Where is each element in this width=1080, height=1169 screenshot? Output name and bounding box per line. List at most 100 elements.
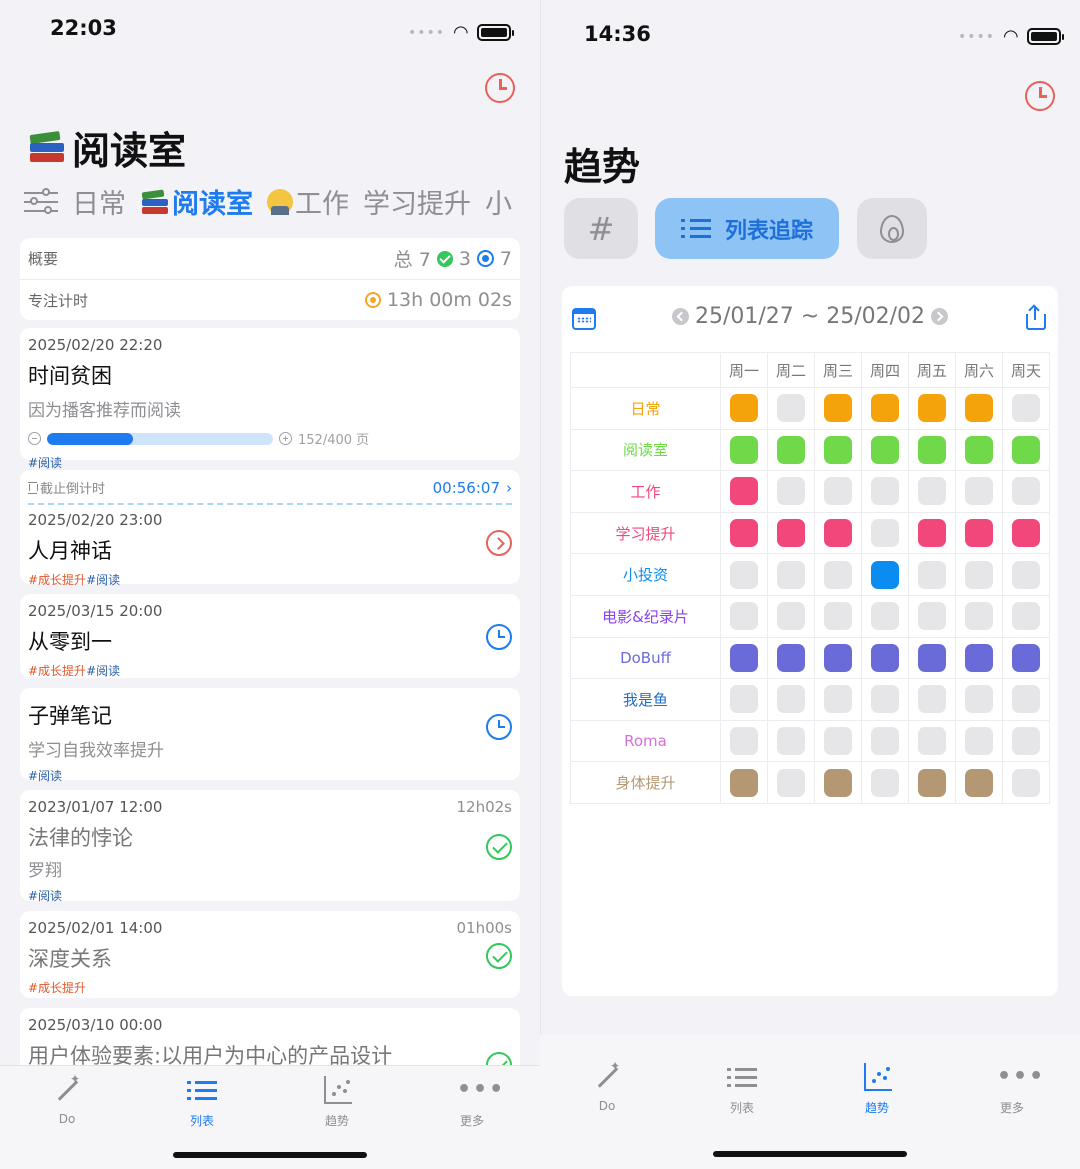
habit-empty-mark[interactable] — [918, 602, 946, 631]
habit-empty-mark[interactable] — [965, 602, 993, 631]
habit-done-mark[interactable] — [918, 394, 946, 423]
habit-done-mark[interactable] — [824, 435, 852, 464]
tab-trend[interactable]: 趋势 — [297, 1076, 377, 1129]
habit-empty-mark[interactable] — [1012, 394, 1040, 423]
habit-done-mark[interactable] — [730, 643, 758, 672]
habit-done-mark[interactable] — [824, 768, 852, 797]
timer-clock-icon[interactable] — [485, 73, 515, 103]
habit-done-mark[interactable] — [824, 394, 852, 423]
habit-done-mark[interactable] — [918, 435, 946, 464]
plus-icon[interactable] — [279, 432, 292, 445]
tab-list[interactable]: 列表 — [162, 1076, 242, 1129]
habit-empty-mark[interactable] — [965, 727, 993, 756]
habit-empty-mark[interactable] — [1012, 727, 1040, 756]
habit-done-mark[interactable] — [777, 435, 805, 464]
habit-empty-mark[interactable] — [1012, 602, 1040, 631]
habit-empty-mark[interactable] — [871, 727, 899, 756]
habit-empty-mark[interactable] — [1012, 768, 1040, 797]
habit-empty-mark[interactable] — [824, 685, 852, 714]
share-icon[interactable] — [1026, 304, 1046, 330]
habit-empty-mark[interactable] — [918, 477, 946, 506]
habit-done-mark[interactable] — [965, 519, 993, 548]
tab-do[interactable]: Do — [27, 1072, 107, 1126]
habit-empty-mark[interactable] — [824, 477, 852, 506]
clock-icon[interactable] — [486, 624, 512, 650]
tab-list[interactable]: 列表 — [702, 1063, 782, 1116]
habit-empty-mark[interactable] — [730, 560, 758, 589]
habit-done-mark[interactable] — [1012, 643, 1040, 672]
habit-done-mark[interactable] — [871, 560, 899, 589]
habit-empty-mark[interactable] — [777, 727, 805, 756]
task-card[interactable]: 2025/02/01 14:00 深度关系 #成长提升 01h00s — [20, 911, 520, 998]
habit-done-mark[interactable] — [965, 435, 993, 464]
habit-empty-mark[interactable] — [777, 477, 805, 506]
habit-done-mark[interactable] — [730, 435, 758, 464]
habit-empty-mark[interactable] — [918, 727, 946, 756]
habit-done-mark[interactable] — [730, 394, 758, 423]
segment-hash[interactable]: # — [564, 198, 638, 259]
task-card[interactable]: 2023/01/07 12:00 法律的悖论 罗翔 #阅读 12h02s — [20, 790, 520, 903]
habit-done-mark[interactable] — [918, 519, 946, 548]
habit-name[interactable]: 身体提升 — [570, 761, 721, 804]
habit-empty-mark[interactable] — [871, 519, 899, 548]
habit-done-mark[interactable] — [965, 643, 993, 672]
habit-done-mark[interactable] — [871, 435, 899, 464]
habit-empty-mark[interactable] — [777, 685, 805, 714]
habit-empty-mark[interactable] — [730, 602, 758, 631]
habit-done-mark[interactable] — [777, 643, 805, 672]
habit-empty-mark[interactable] — [777, 394, 805, 423]
habit-empty-mark[interactable] — [824, 602, 852, 631]
habit-empty-mark[interactable] — [777, 602, 805, 631]
habit-done-mark[interactable] — [824, 519, 852, 548]
habit-done-mark[interactable] — [777, 519, 805, 548]
tab-trend[interactable]: 趋势 — [837, 1063, 917, 1116]
category-tab-study[interactable]: 学习提升 — [363, 182, 471, 221]
minus-icon[interactable] — [28, 432, 41, 445]
habit-empty-mark[interactable] — [777, 768, 805, 797]
habit-done-mark[interactable] — [1012, 435, 1040, 464]
chevron-right-icon[interactable]: › — [506, 479, 512, 497]
habit-done-mark[interactable] — [918, 768, 946, 797]
habit-empty-mark[interactable] — [918, 560, 946, 589]
habit-done-mark[interactable] — [730, 768, 758, 797]
habit-done-mark[interactable] — [965, 394, 993, 423]
next-arrow-icon[interactable] — [486, 530, 512, 556]
habit-name[interactable]: 日常 — [570, 387, 721, 430]
category-tab-daily[interactable]: 日常 — [72, 182, 126, 221]
habit-empty-mark[interactable] — [918, 685, 946, 714]
habit-name[interactable]: 阅读室 — [570, 428, 721, 472]
task-card[interactable]: 子弹笔记 学习自我效率提升 #阅读 — [20, 688, 520, 783]
category-tab-reading[interactable]: 阅读室 — [140, 182, 253, 221]
habit-empty-mark[interactable] — [824, 727, 852, 756]
habit-empty-mark[interactable] — [730, 727, 758, 756]
habit-empty-mark[interactable] — [871, 768, 899, 797]
habit-empty-mark[interactable] — [777, 560, 805, 589]
habit-empty-mark[interactable] — [871, 602, 899, 631]
category-tab-work[interactable]: 工作 — [267, 182, 349, 221]
habit-done-mark[interactable] — [871, 394, 899, 423]
done-check-icon[interactable] — [486, 943, 512, 969]
habit-done-mark[interactable] — [965, 768, 993, 797]
timer-clock-icon[interactable] — [1025, 81, 1055, 111]
category-tab-more[interactable]: 小 — [485, 182, 512, 221]
habit-name[interactable]: 我是鱼 — [570, 678, 721, 721]
tab-more[interactable]: ••• 更多 — [972, 1063, 1052, 1116]
segment-list-tracking[interactable]: 列表追踪 — [655, 198, 839, 259]
habit-done-mark[interactable] — [824, 643, 852, 672]
habit-empty-mark[interactable] — [965, 685, 993, 714]
habit-done-mark[interactable] — [1012, 519, 1040, 548]
habit-empty-mark[interactable] — [965, 560, 993, 589]
done-check-icon[interactable] — [486, 834, 512, 860]
habit-name[interactable]: DoBuff — [570, 636, 721, 680]
habit-done-mark[interactable] — [918, 643, 946, 672]
task-card[interactable]: 截止倒计时 00:56:07 › 2025/02/20 23:00 人月神话 #成… — [20, 470, 520, 587]
habit-empty-mark[interactable] — [965, 477, 993, 506]
habit-empty-mark[interactable] — [1012, 477, 1040, 506]
task-card[interactable]: 2025/02/20 22:20 时间贫困 因为播客推荐而阅读 152/400 … — [20, 328, 520, 470]
filter-icon[interactable] — [24, 187, 58, 216]
habit-name[interactable]: 学习提升 — [570, 511, 721, 555]
clock-icon[interactable] — [486, 714, 512, 740]
habit-empty-mark[interactable] — [1012, 685, 1040, 714]
habit-done-mark[interactable] — [871, 643, 899, 672]
prev-week-icon[interactable] — [671, 308, 689, 325]
